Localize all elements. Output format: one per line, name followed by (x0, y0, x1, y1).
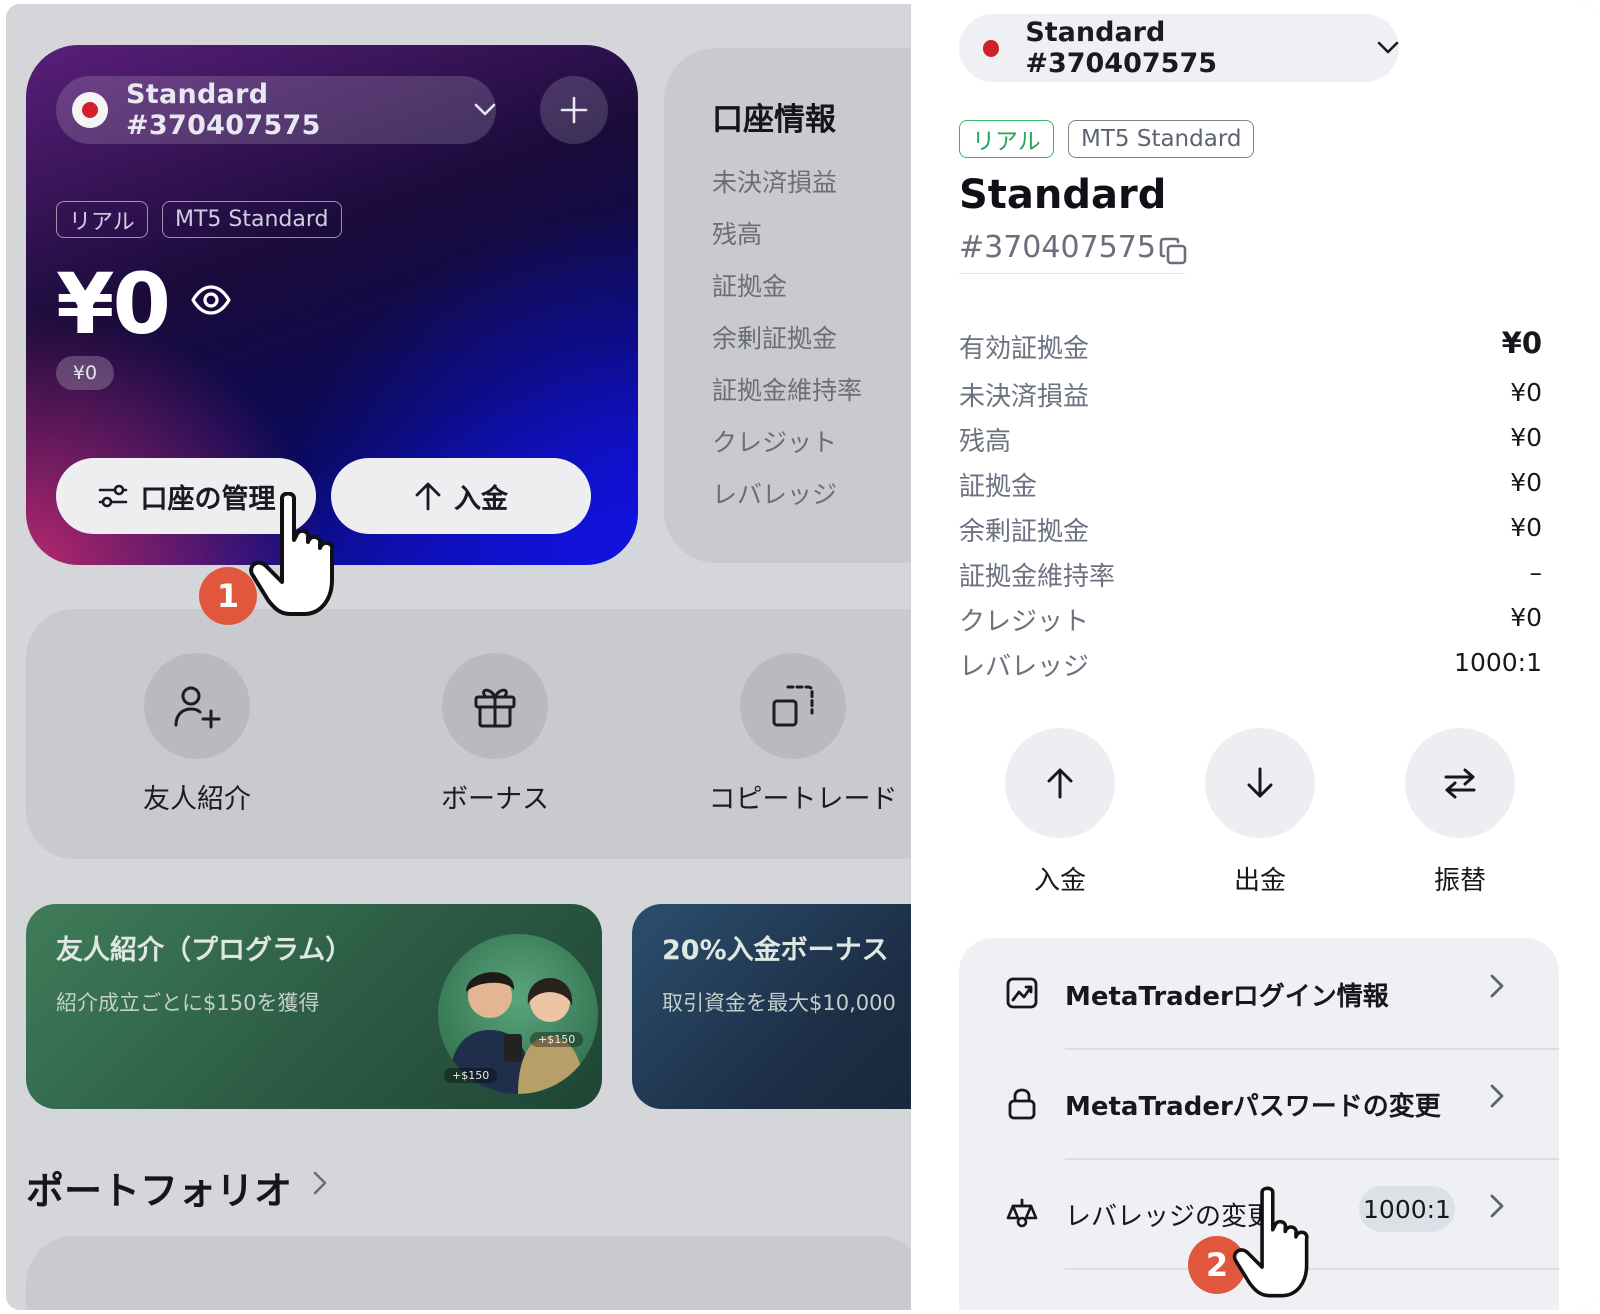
deposit-action-button[interactable] (1005, 728, 1115, 838)
account-name: Standard (959, 172, 1167, 218)
chevron-right-icon (1490, 1084, 1504, 1108)
promo-title: 友人紹介（プログラム） (56, 935, 353, 966)
detail-value: ¥0 (1510, 603, 1542, 632)
menu-item-label: MetaTraderパスワードの変更 (1065, 1092, 1441, 1122)
status-dot-icon (983, 39, 1000, 57)
transfer-action-button[interactable] (1405, 728, 1515, 838)
referral-label[interactable]: 友人紹介 (87, 777, 307, 816)
withdraw-action-label[interactable]: 出金 (1190, 860, 1330, 897)
menu-item-change-password[interactable]: MetaTraderパスワードの変更 (959, 1048, 1559, 1158)
detail-label: 残高 (959, 427, 1012, 457)
transfer-icon (1444, 768, 1476, 799)
account-selector-label: Standard #370407575 (126, 79, 321, 141)
account-selector-label: Standard #370407575 (1025, 17, 1218, 79)
bonus-button[interactable] (442, 653, 548, 759)
chevron-right-icon (1490, 974, 1504, 998)
reward-chip: +$150 (530, 1032, 584, 1047)
lock-icon (1008, 1088, 1036, 1120)
portfolio-card (26, 1236, 911, 1310)
deposit-label: 入金 (454, 483, 508, 515)
arrow-up-icon (1047, 768, 1073, 799)
deposit-button[interactable]: 入金 (331, 458, 591, 534)
info-row: 余剰証拠金 (712, 324, 838, 353)
sliders-icon (98, 484, 127, 508)
detail-label: 証拠金維持率 (959, 562, 1116, 592)
account-tag-type: MT5 Standard (162, 201, 342, 238)
info-row: レバレッジ (712, 480, 838, 509)
reward-chip: +$150 (444, 1068, 498, 1083)
divider (959, 273, 1185, 274)
info-row: 残高 (712, 220, 763, 249)
transfer-action-label[interactable]: 振替 (1390, 860, 1530, 897)
screenshot-frame: Standard #370407575 リアル MT5 Standard ¥0 … (6, 4, 1594, 1310)
detail-value: ¥0 (1510, 423, 1542, 452)
account-tag-type: MT5 Standard (1068, 120, 1255, 158)
promo-title: 20%入金ボーナス (662, 935, 889, 966)
menu-item-login-info[interactable]: MetaTraderログイン情報 (959, 938, 1559, 1048)
detail-value: ¥0 (1510, 513, 1542, 542)
detail-label: クレジット (959, 607, 1090, 637)
promo-subtitle: 取引資金を最大$10,000 (662, 991, 896, 1015)
promo-subtitle: 紹介成立ごとに$150を獲得 (56, 991, 320, 1015)
dashboard-background: Standard #370407575 リアル MT5 Standard ¥0 … (6, 4, 911, 1310)
account-number: #370407575 (959, 230, 1156, 265)
account-details-panel: Standard #370407575 リアル MT5 Standard Sta… (911, 4, 1594, 1310)
leverage-badge: 1000:1 (1359, 1186, 1455, 1232)
arrow-up-icon (415, 482, 441, 511)
scale-icon (1006, 1198, 1038, 1228)
detail-label: 証拠金 (959, 472, 1038, 502)
detail-value: – (1529, 558, 1543, 587)
plus-icon (560, 96, 588, 124)
arrow-down-icon (1247, 767, 1273, 798)
chevron-right-icon[interactable] (312, 1170, 328, 1196)
detail-label: 未決済損益 (959, 382, 1090, 412)
account-selector[interactable]: Standard #370407575 (959, 14, 1399, 82)
sub-balance-badge: ¥0 (56, 356, 114, 390)
portfolio-title[interactable]: ポートフォリオ (26, 1160, 292, 1215)
account-card: Standard #370407575 リアル MT5 Standard ¥0 … (26, 45, 638, 565)
info-row: 証拠金維持率 (712, 376, 863, 405)
chevron-right-icon (1490, 1194, 1504, 1218)
account-selector[interactable]: Standard #370407575 (56, 76, 496, 144)
add-account-button[interactable] (540, 76, 608, 144)
detail-label: 余剰証拠金 (959, 517, 1090, 547)
referral-promo-card[interactable]: 友人紹介（プログラム） 紹介成立ごとに$150を獲得 +$150 +$150 (26, 904, 602, 1109)
eye-icon[interactable] (190, 279, 232, 321)
deposit-action-label[interactable]: 入金 (990, 860, 1130, 897)
gift-icon (474, 688, 516, 728)
detail-value: ¥0 (1501, 326, 1542, 360)
chart-icon (1006, 977, 1038, 1009)
copy-trade-button[interactable] (740, 653, 846, 759)
account-tag-real: リアル (56, 201, 148, 238)
account-tag-real: リアル (959, 120, 1054, 158)
deposit-bonus-promo-card[interactable]: 20%入金ボーナス 取引資金を最大$10,000 (632, 904, 911, 1109)
bonus-label[interactable]: ボーナス (385, 777, 605, 816)
info-row: 未決済損益 (712, 168, 838, 197)
info-row: クレジット (712, 428, 838, 457)
japan-flag-icon (72, 92, 108, 128)
quick-actions-panel: 友人紹介 ボーナス コピートレード (26, 609, 911, 859)
account-info-card: 口座情報 未決済損益 残高 証拠金 余剰証拠金 証拠金維持率 クレジット レバレ… (664, 48, 911, 563)
withdraw-action-button[interactable] (1205, 728, 1315, 838)
copy-trade-label[interactable]: コピートレード (683, 777, 911, 816)
account-info-title: 口座情報 (712, 102, 836, 138)
info-row: 証拠金 (712, 272, 788, 301)
chevron-down-icon (474, 98, 496, 123)
balance-amount: ¥0 (56, 255, 171, 353)
referral-button[interactable] (144, 653, 250, 759)
chevron-down-icon (1377, 36, 1399, 61)
user-add-icon (174, 686, 221, 729)
detail-value: ¥0 (1510, 468, 1542, 497)
copy-trade-icon (772, 685, 814, 727)
detail-label: レバレッジ (959, 652, 1090, 682)
pointer-hand-icon (249, 492, 335, 616)
detail-label: 有効証拠金 (959, 334, 1090, 364)
pointer-hand-icon (1232, 1186, 1309, 1298)
detail-value: 1000:1 (1454, 648, 1542, 677)
detail-value: ¥0 (1510, 378, 1542, 407)
copy-icon[interactable] (1158, 236, 1188, 266)
menu-item-label: MetaTraderログイン情報 (1065, 982, 1389, 1012)
